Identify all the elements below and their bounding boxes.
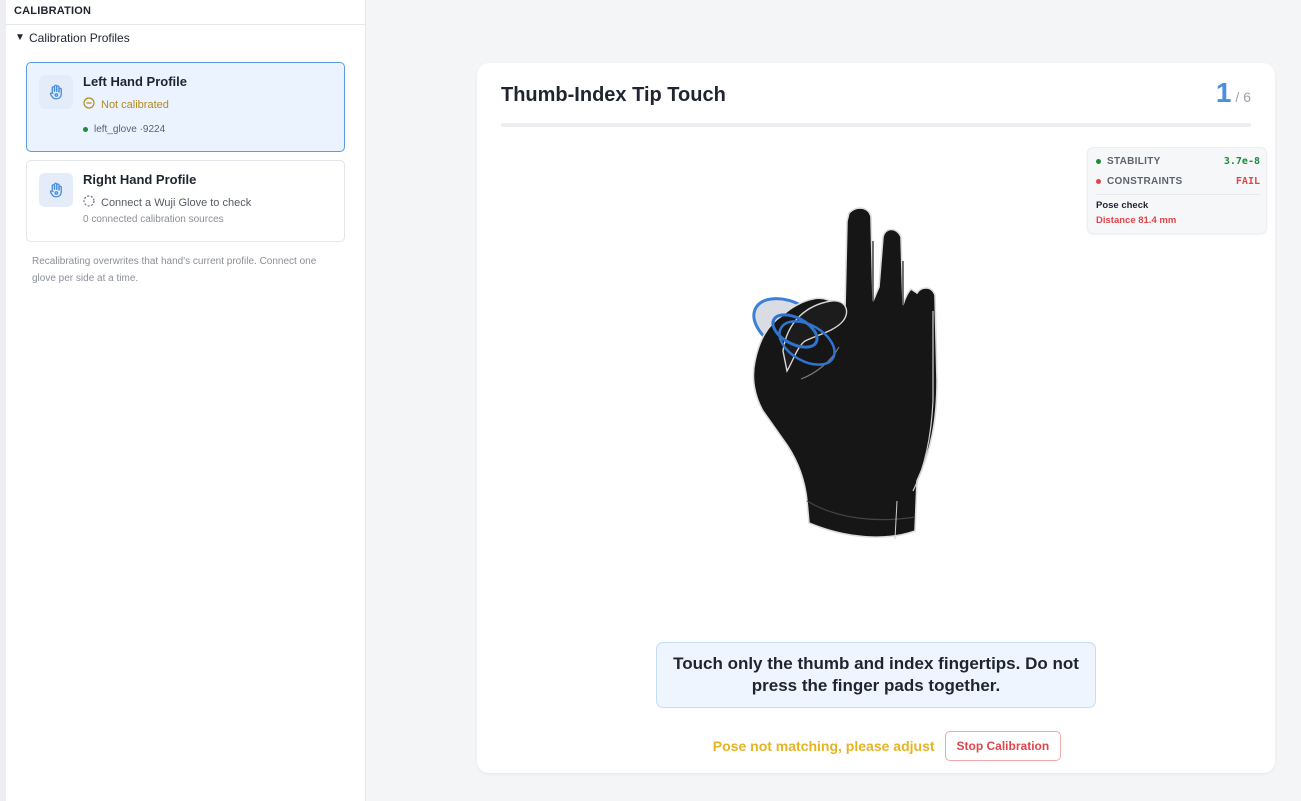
calibration-profiles-toggle[interactable]: ▼ Calibration Profiles: [6, 25, 365, 47]
constraints-value: FAIL: [1235, 176, 1260, 187]
calibration-step-card: Thumb-Index Tip Touch 1 / 6 STABILITY 3.…: [477, 63, 1275, 773]
profile-source: 0 connected calibration sources: [83, 214, 224, 225]
profile-status: Connect a Wuji Glove to check: [83, 195, 251, 210]
minus-circle-icon: [83, 97, 95, 112]
stop-calibration-button[interactable]: Stop Calibration: [944, 731, 1062, 761]
profile-source: left_glove ·9224: [83, 124, 165, 135]
pose-status-message: Pose not matching, please adjust: [712, 738, 935, 754]
sidebar-header: CALIBRATION: [6, 0, 365, 25]
profile-status-text: Connect a Wuji Glove to check: [101, 196, 252, 209]
hand-icon: [39, 173, 73, 207]
profile-source-text: left_glove ·9224: [94, 124, 166, 135]
profile-title: Left Hand Profile: [83, 74, 188, 89]
step-total: / 6: [1235, 89, 1251, 105]
stability-metric: STABILITY 3.7e-8: [1096, 156, 1260, 167]
glove-pose-illustration: [752, 207, 938, 540]
step-title: Thumb-Index Tip Touch: [501, 84, 726, 106]
metrics-panel: STABILITY 3.7e-8 CONSTRAINTS FAIL Pose c…: [1087, 147, 1267, 234]
hand-icon: [39, 75, 73, 109]
profile-status: Not calibrated: [83, 97, 169, 112]
step-current: 1: [1215, 77, 1232, 108]
dashed-circle-icon: [83, 195, 95, 210]
constraints-label: CONSTRAINTS: [1107, 176, 1183, 187]
right-hand-profile-card[interactable]: Right Hand Profile Connect a Wuji Glove …: [26, 160, 345, 242]
sidebar: CALIBRATION ▼ Calibration Profiles Left …: [6, 0, 366, 801]
status-row: Pose not matching, please adjust Stop Ca…: [697, 731, 1077, 761]
constraints-metric: CONSTRAINTS FAIL: [1096, 176, 1260, 187]
connected-dot-icon: [83, 127, 88, 132]
profile-title: Right Hand Profile: [83, 172, 197, 187]
stability-value: 3.7e-8: [1223, 156, 1260, 167]
left-hand-profile-card[interactable]: Left Hand Profile Not calibrated left_gl…: [26, 62, 345, 152]
step-progress-bar: [501, 123, 1251, 127]
pose-check-label: Pose check: [1096, 200, 1149, 211]
caret-down-icon: ▼: [15, 32, 25, 43]
stability-label: STABILITY: [1107, 156, 1161, 167]
step-counter: 1 / 6: [1216, 77, 1251, 109]
section-title: Calibration Profiles: [29, 30, 130, 45]
recalibration-note: Recalibrating overwrites that hand's cur…: [32, 256, 317, 284]
profile-status-text: Not calibrated: [101, 98, 169, 111]
instruction-box: Touch only the thumb and index fingertip…: [656, 642, 1096, 708]
status-fail-dot-icon: [1096, 179, 1101, 184]
metrics-divider: [1096, 194, 1260, 195]
status-ok-dot-icon: [1096, 159, 1101, 164]
pose-check-value: Distance 81.4 mm: [1096, 215, 1177, 226]
